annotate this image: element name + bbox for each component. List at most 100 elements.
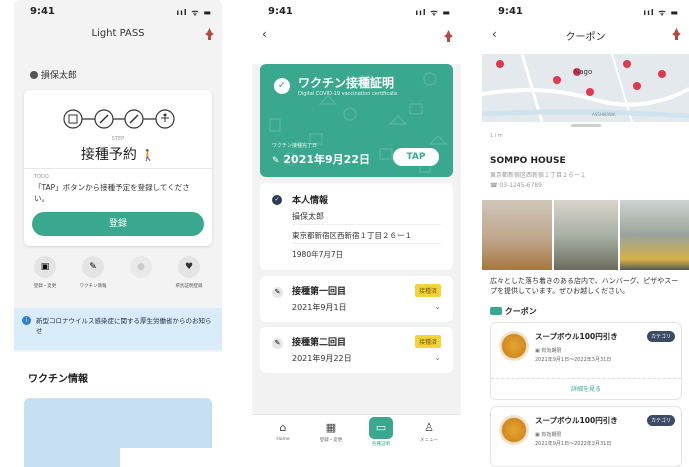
section-title: ワクチン情報 (28, 374, 88, 385)
dose-card-2[interactable]: ✎ 接種第二回目 接種済 2021年9月22日 ⌄ (260, 327, 453, 373)
check-icon: ✓ (274, 78, 290, 94)
app-header: ‹ クーポン (482, 22, 689, 48)
pen-icon: ✎ (272, 156, 280, 166)
app-title: Light PASS (91, 28, 145, 39)
quick-actions: ▣ 登録・変更 ✎ ワクチン情報 ● ♥ 県別証明登録 (14, 256, 222, 302)
step-label: 接種予約 (80, 147, 137, 163)
category-badge: カテゴリ (646, 415, 675, 426)
todo-caption: TODO (34, 174, 49, 180)
map-view[interactable]: Nago ASSHIKAWA (482, 54, 689, 122)
dose-date: 2021年9月22日 (292, 354, 352, 363)
coupon-period-label-row: ▣ 有効期限 (535, 431, 561, 438)
tap-button[interactable]: TAP (393, 148, 439, 166)
photo-interior-3 (620, 200, 689, 270)
status-time: 9:41 (30, 6, 55, 17)
quick-action-vaccine-info[interactable]: ✎ ワクチン情報 (76, 256, 110, 289)
status-icons: ııl ᯤ ▬ (415, 8, 451, 17)
ticket-icon (490, 307, 502, 315)
step-caption: STEP (111, 136, 125, 142)
home-icon: ⌂ (279, 421, 287, 434)
pen-icon: ✎ (82, 256, 104, 278)
personal-address: 東京都新宿区西新宿１丁目２６ー１ (292, 231, 412, 240)
photo-interior-1 (482, 200, 552, 270)
screen-title: クーポン (565, 32, 606, 43)
notice-text: 新型コロナウイルス感染症に関する厚生労働省からのお知らせ (36, 317, 212, 335)
app-header: Light PASS (14, 22, 222, 48)
coupon-screen: 9:41 ııl ᯤ ▬ ‹ クーポン Nago ASSHIKAWA 1 l m… (482, 0, 689, 467)
register-button[interactable]: 登録 (32, 212, 204, 236)
quick-action-label: ワクチン情報 (79, 284, 107, 289)
tab-label: メニュー (420, 438, 438, 443)
coupon-card-2[interactable]: スープボウル100円引き カテゴリ ▣ 有効期限 2021年9月1日〜2022年… (490, 406, 682, 467)
brand-mark-icon (205, 28, 214, 40)
notice-banner[interactable]: i 新型コロナウイルス感染症に関する厚生労働省からのお知らせ (14, 308, 222, 350)
divider (491, 378, 681, 379)
coupon-period: 2021年9月1日〜2022年3月31日 (535, 441, 612, 447)
step-indicator (62, 108, 176, 130)
bottom-overlay (120, 448, 450, 467)
coupon-heading: クーポン (504, 307, 537, 316)
coupon-period-label: 有効期限 (541, 432, 562, 438)
user-row[interactable]: 損保太郎 (30, 68, 77, 81)
back-icon[interactable]: ‹ (262, 27, 267, 41)
certificate-subtitle: Digital COVID-19 vaccination certificate (298, 91, 398, 97)
quick-action-certificate[interactable]: ♥ 県別証明登録 (172, 256, 206, 289)
phone-icon: ☎ (490, 182, 498, 189)
calendar-icon: ▦ (325, 421, 337, 434)
user-name: 損保太郎 (40, 71, 77, 81)
tab-label: 登録・変更 (319, 438, 343, 443)
status-icons: ııl ᯤ ▬ (176, 8, 212, 17)
chevron-down-icon[interactable]: ⌄ (434, 353, 441, 362)
quick-action-register[interactable]: ▣ 登録・変更 (28, 256, 62, 289)
shop-photos[interactable] (482, 200, 689, 270)
shield-check-icon: ✓ (272, 195, 282, 205)
chevron-down-icon[interactable]: ⌄ (434, 302, 441, 311)
person-icon: ♙ (424, 421, 434, 434)
tab-home[interactable]: ⌂ Home (266, 421, 300, 442)
calendar-icon: ▣ (34, 256, 56, 278)
tab-menu[interactable]: ♙ メニュー (412, 421, 446, 443)
map-icon (482, 54, 689, 122)
dose-title: 接種第一回目 (292, 287, 347, 297)
status-bar: 9:41 ııl ᯤ ▬ (14, 0, 222, 22)
app-header: ‹ (252, 22, 461, 48)
shop-phone-row[interactable]: ☎ 03-1245-6789 (490, 182, 542, 189)
certificate-card[interactable]: ✓ ワクチン接種証明 Digital COVID-19 vaccination … (260, 64, 453, 177)
placeholder-icon: ● (130, 256, 152, 278)
coupon-period-label: 有効期限 (541, 348, 562, 354)
tab-register[interactable]: ▦ 登録・変更 (314, 421, 348, 443)
certificate-date-row: ✎ 2021年9月22日 (272, 151, 370, 167)
shop-name: SOMPO HOUSE (490, 156, 566, 166)
tab-label: 各種証明 (372, 442, 390, 447)
divider (24, 168, 212, 169)
personal-name: 損保太郎 (292, 212, 324, 221)
coupon-period-label-row: ▣ 有効期限 (535, 347, 561, 354)
todo-text: 「TAP」ボタンから接種予定を登録してください。 (34, 183, 190, 203)
tab-certificates[interactable]: ▭ 各種証明 (364, 417, 398, 447)
brand-mark-icon (444, 30, 453, 42)
certificate-title: ワクチン接種証明 (298, 76, 395, 90)
coupon-period: 2021年9月1日〜2022年3月31日 (535, 357, 612, 363)
status-time: 9:41 (498, 6, 523, 17)
quick-action-disabled[interactable]: ● (124, 256, 158, 283)
personal-heading: 本人情報 (292, 196, 329, 206)
shop-phone: 03-1245-6789 (499, 182, 542, 189)
dose-title: 接種第二回目 (292, 338, 347, 348)
brand-mark-icon (672, 28, 681, 40)
personal-birth: 1980年7月7日 (292, 250, 344, 259)
user-icon (30, 71, 38, 79)
coupon-card-1[interactable]: スープボウル100円引き カテゴリ ▣ 有効期限 2021年9月1日〜2022年… (490, 322, 682, 400)
distance-text: 1 l m (490, 133, 503, 139)
dose-card-1[interactable]: ✎ 接種第一回目 接種済 2021年9月1日 ⌄ (260, 276, 453, 322)
status-time: 9:41 (268, 6, 293, 17)
personal-info-card: ✓ 本人情報 損保太郎 東京都新宿区西新宿１丁目２６ー１ 1980年7月7日 (260, 183, 453, 270)
syringe-icon: ✎ (272, 338, 283, 349)
drag-handle[interactable] (571, 124, 601, 127)
photo-interior-2 (554, 200, 618, 270)
syringe-icon: ✎ (272, 287, 283, 298)
divider (292, 224, 441, 225)
header-spacer (252, 48, 461, 64)
coupon-title: スープボウル100円引き (535, 416, 618, 425)
detail-link[interactable]: 詳細を見る (491, 384, 681, 393)
status-bar: 9:41 ııl ᯤ ▬ (482, 0, 689, 22)
